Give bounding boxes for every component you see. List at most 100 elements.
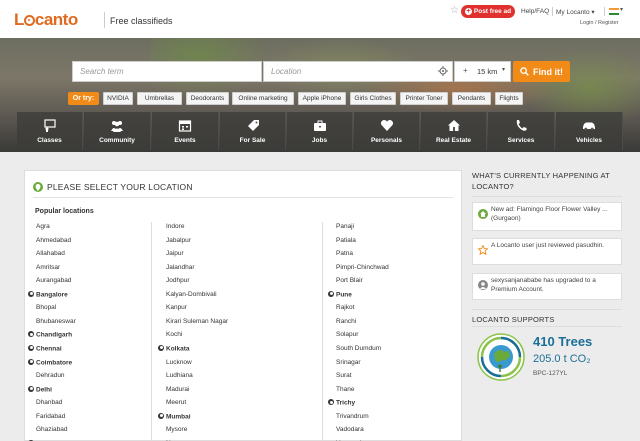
divider [472,309,622,310]
city-link[interactable]: Kalyan-Dombivali [166,291,217,298]
suggestion-chip[interactable]: Printer Toner [400,92,448,105]
city-name: Jabalpur [166,236,191,244]
location-input[interactable]: Location [263,61,453,82]
login-register-link[interactable]: Login / Register [580,20,619,26]
suggestion-chip[interactable]: NVIDIA [103,92,133,105]
bookmark-star-icon[interactable]: ☆ [450,5,459,16]
city-link[interactable]: Jodhpur [166,277,190,284]
locate-me-icon[interactable] [438,66,448,76]
activity-heading: WHAT'S CURRENTLY HAPPENING AT LOCANTO? [472,171,610,191]
city-link[interactable]: Vadodara [336,426,364,433]
suggestion-chip[interactable]: Flights [495,92,523,105]
city-link[interactable]: Agra [36,223,50,230]
activity-item[interactable]: New ad: Flamingo Floor Flower Valley ...… [472,202,622,231]
city-link[interactable]: Delhi [28,385,52,394]
city-link[interactable]: Kanpur [166,304,187,311]
suggestion-chip[interactable]: Girls Clothes [350,92,396,105]
suggestion-chip[interactable]: Pendants [452,92,491,105]
city-link[interactable]: Pimpri-Chinchwad [336,264,389,271]
city-name: Delhi [36,386,52,394]
divider [33,197,453,198]
city-link[interactable]: Meerut [166,399,186,406]
city-name: Indore [166,223,185,230]
category-classes[interactable]: Classes [17,112,83,150]
tag-icon [247,120,259,131]
post-free-ad-button[interactable]: + Post free ad [461,5,515,18]
city-link[interactable]: Jabalpur [166,237,191,244]
city-link[interactable]: Indore [166,223,184,230]
my-locanto-menu[interactable]: My Locanto ▾ [556,8,595,16]
suggestion-chip[interactable]: Apple iPhone [298,92,346,105]
city-name: Surat [336,372,352,380]
city-link[interactable]: Patna [336,250,353,257]
chevron-down-icon[interactable]: ▾ [620,6,623,13]
city-link[interactable]: Rajkot [336,304,354,311]
suggestion-chip[interactable]: Online marketing [232,92,294,105]
suggestion-chip[interactable]: Umbrellas [137,92,182,105]
city-link[interactable]: Panaji [336,223,354,230]
heart-icon [380,119,393,131]
city-link[interactable]: Kirari Suleman Nagar [166,318,228,325]
search-term-input[interactable]: Search term [72,61,262,82]
city-link[interactable]: Mysore [166,426,187,433]
city-link[interactable]: Trivandrum [336,413,369,420]
radius-select[interactable]: + 15 km ▾ [454,61,511,82]
city-link[interactable]: Ranchi [336,318,356,325]
city-link[interactable]: Bangalore [28,290,68,298]
city-link[interactable]: Lucknow [166,359,192,366]
city-link[interactable]: Thane [336,386,354,393]
india-flag-icon[interactable] [609,8,619,15]
activity-item[interactable]: A Locanto user just reviewed pasudhin. [472,238,622,265]
city-link[interactable]: Coimbatore [28,358,72,366]
city-link[interactable]: Srinagar [336,359,361,366]
activity-text: New ad: Flamingo Floor Flower Valley ...… [491,206,608,222]
city-link[interactable]: Patiala [336,237,356,244]
city-link[interactable]: Ludhiana [166,372,193,379]
city-link[interactable]: Mumbai [158,412,191,420]
city-link[interactable]: South Dumdum [336,345,381,352]
city-name: South Dumdum [336,344,382,352]
city-link[interactable]: Aurangabad [36,277,71,284]
city-link[interactable]: Chandigarh [28,331,72,339]
blue-planet-badge-icon[interactable] [476,332,526,382]
city-link[interactable]: Port Blair [336,277,363,284]
category-vehicles[interactable]: Vehicles [556,112,623,150]
category-events[interactable]: Events [152,112,219,150]
city-link[interactable]: Jalandhar [166,264,195,271]
city-link[interactable]: Jaipur [166,250,184,257]
city-link[interactable]: Pune [328,290,352,298]
city-link[interactable]: Amritsar [36,264,60,271]
city-link[interactable]: Solapur [336,331,358,338]
city-link[interactable]: Allahabad [36,250,65,257]
city-link[interactable]: Madurai [166,386,189,393]
city-link[interactable]: Surat [336,372,352,379]
city-link[interactable]: Ghaziabad [36,426,67,433]
city-name: Patna [336,250,353,258]
activity-text: sexysanjanababe has upgraded to a Premiu… [491,277,596,293]
category-community[interactable]: Community [84,112,151,150]
activity-item[interactable]: sexysanjanababe has upgraded to a Premiu… [472,273,622,300]
city-link[interactable]: Bhubaneswar [36,318,76,325]
city-link[interactable]: Dehradun [36,372,65,379]
find-it-button[interactable]: Find it! [513,61,570,82]
category-personals[interactable]: Personals [354,112,420,150]
city-name: Amritsar [36,263,61,271]
help-faq-link[interactable]: Help/FAQ [521,8,549,15]
category-for-sale[interactable]: For Sale [220,112,286,150]
city-link[interactable]: Faridabad [36,413,65,420]
city-link[interactable]: Ahmedabad [36,237,71,244]
category-jobs[interactable]: Jobs [287,112,353,150]
category-real-estate[interactable]: Real Estate [421,112,487,150]
major-city-icon [328,290,334,297]
category-services[interactable]: Services [488,112,555,150]
category-label: Personals [370,137,403,144]
post-free-ad-label: Post free ad [473,8,512,15]
city-link[interactable]: Dhanbad [36,399,62,406]
city-link[interactable]: Bhopal [36,304,56,311]
suggestion-chip[interactable]: Deodorants [186,92,229,105]
city-link[interactable]: Trichy [328,399,355,407]
city-link[interactable]: Kochi [166,331,182,338]
city-link[interactable]: Kolkata [158,344,189,352]
locanto-logo[interactable]: Lcanto [14,10,78,30]
city-link[interactable]: Chennai [28,344,62,352]
